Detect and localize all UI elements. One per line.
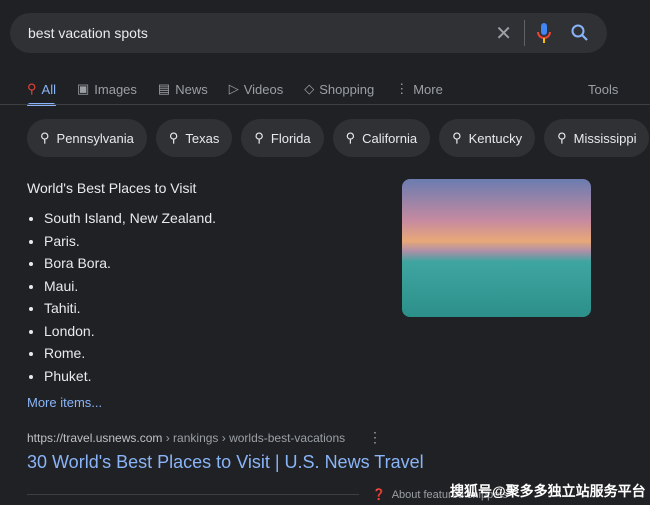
divider	[524, 20, 525, 46]
tab-images[interactable]: ▣ Images	[77, 77, 137, 101]
list-item: Bora Bora.	[44, 252, 216, 275]
divider	[0, 104, 650, 105]
tools-button[interactable]: Tools	[588, 77, 618, 101]
search-icon: ⚲	[168, 130, 179, 145]
chip-pennsylvania[interactable]: ⚲ Pennsylvania	[27, 119, 147, 157]
list-item: Tahiti.	[44, 297, 216, 320]
tab-more[interactable]: ⋮ More	[395, 77, 443, 101]
microphone-icon[interactable]	[537, 23, 551, 43]
help-icon: ❓	[372, 489, 386, 501]
search-icon: ⚲	[557, 130, 567, 145]
search-icon: ⚲	[254, 130, 264, 145]
tab-news[interactable]: ▤ News	[158, 77, 208, 101]
chip-california[interactable]: ⚲ California	[332, 119, 431, 157]
clear-icon[interactable]: ✕	[495, 21, 512, 46]
search-icon: ⚲	[40, 130, 50, 145]
kebab-icon[interactable]: ⋮	[368, 429, 382, 446]
search-icon: ⚲	[345, 130, 356, 145]
divider	[27, 494, 359, 495]
list-item: Paris.	[44, 230, 216, 253]
related-chips: ⚲ Pennsylvania ⚲ Texas ⚲ Florida ⚲ Californi…	[27, 119, 650, 157]
list-item: Phuket.	[44, 365, 216, 388]
search-bar[interactable]: best vacation spots ✕	[10, 13, 607, 53]
search-input[interactable]: best vacation spots	[28, 25, 495, 41]
search-icon[interactable]	[571, 24, 589, 42]
tab-all[interactable]: ⚲ All	[27, 77, 56, 106]
tag-icon: ◇	[304, 81, 315, 96]
chip-kentucky[interactable]: ⚲ Kentucky	[439, 119, 536, 157]
tab-shopping[interactable]: ◇ Shopping	[304, 77, 374, 101]
play-icon: ▷	[228, 81, 239, 96]
list-item: Rome.	[44, 342, 216, 365]
chip-florida[interactable]: ⚲ Florida	[241, 119, 324, 157]
chip-texas[interactable]: ⚲ Texas	[155, 119, 233, 157]
snippet-title: World's Best Places to Visit	[27, 180, 197, 196]
kebab-icon: ⋮	[395, 81, 409, 96]
list-item: Maui.	[44, 275, 216, 298]
image-icon: ▣	[76, 81, 90, 96]
snippet-list: South Island, New Zealand. Paris. Bora B…	[44, 207, 216, 387]
tab-videos[interactable]: ▷ Videos	[229, 77, 284, 101]
result-url[interactable]: https://travel.usnews.com › rankings › w…	[27, 431, 345, 445]
result-title-link[interactable]: 30 World's Best Places to Visit | U.S. N…	[27, 452, 424, 473]
watermark: 搜狐号@聚多多独立站服务平台	[450, 483, 646, 499]
chip-mississippi[interactable]: ⚲ Mississippi	[544, 119, 650, 157]
snippet-image[interactable]	[402, 179, 591, 317]
search-icon: ⚲	[27, 81, 37, 96]
list-item: London.	[44, 320, 216, 343]
search-tabs: ⚲ All ▣ Images ▤ News ▷ Videos ◇ Shopping ⋮ Mo…	[27, 77, 650, 106]
more-items-link[interactable]: More items...	[27, 395, 102, 410]
list-item: South Island, New Zealand.	[44, 207, 216, 230]
news-icon: ▤	[157, 81, 171, 96]
search-icon: ⚲	[452, 130, 462, 145]
